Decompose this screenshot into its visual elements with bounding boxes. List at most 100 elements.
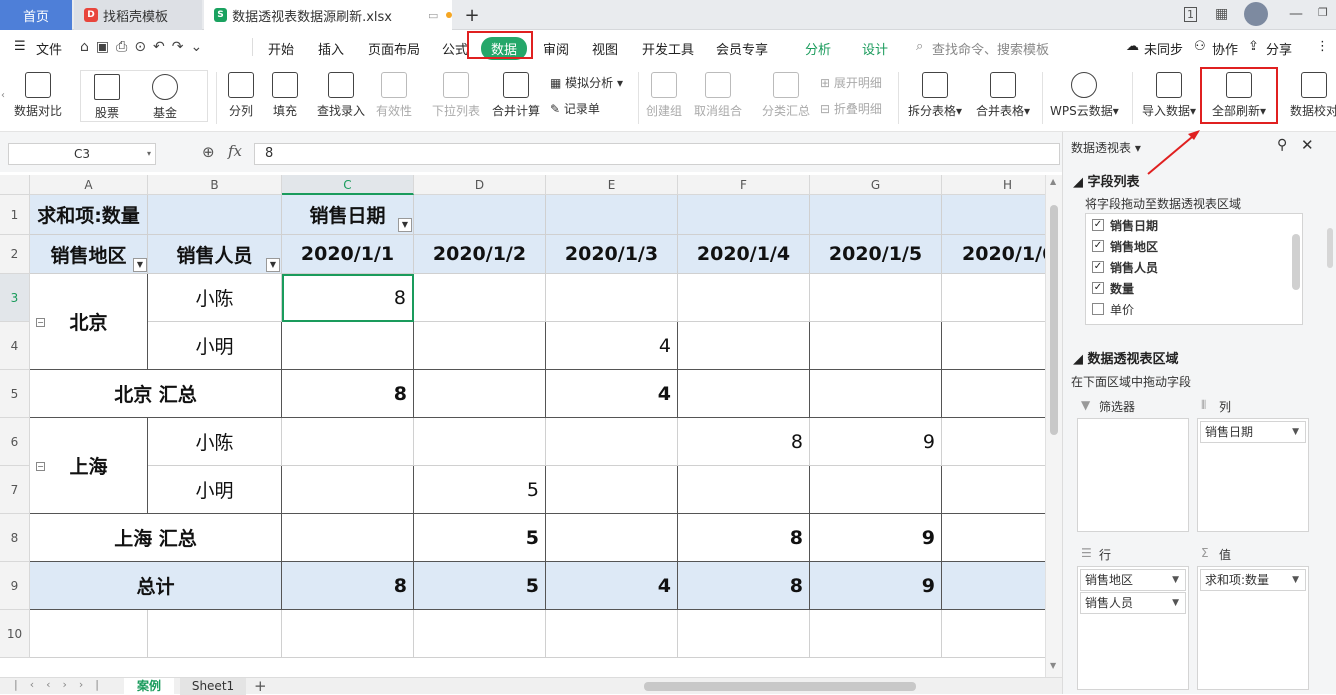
date-header[interactable]: 2020/1/1 [282, 235, 414, 274]
grand-total-value[interactable]: 4 [546, 562, 678, 610]
row-header-6[interactable]: 6 [0, 418, 30, 466]
sync-status[interactable]: 未同步 [1144, 39, 1183, 58]
subtotal-value[interactable]: 8 [282, 370, 414, 418]
grid-view-icon[interactable]: ▦ [1215, 6, 1228, 22]
columns-zone[interactable]: 销售日期 ▼ [1197, 418, 1309, 532]
row-field-chip[interactable]: 销售人员 ▼ [1080, 592, 1186, 614]
quick-access-icons[interactable]: ⌂▣⎙⊙↶↷⌄ [80, 39, 209, 55]
wps-cloud-button[interactable]: WPS云数据▾ [1050, 72, 1119, 119]
date-header[interactable]: 2020/1/4 [678, 235, 810, 274]
sheet-nav-icons[interactable]: |‹‹››| [14, 678, 111, 691]
name-box[interactable]: C3 ▾ [8, 143, 156, 165]
column-filter-dropdown-icon[interactable]: ▼ [398, 218, 412, 232]
share-button[interactable]: 分享 [1266, 39, 1292, 58]
cell-f10[interactable] [678, 610, 810, 658]
menu-review[interactable]: 审阅 [543, 39, 569, 58]
pivot-row-field-salesperson[interactable]: 销售人员 [148, 235, 282, 274]
field-item[interactable]: ✓ 销售人员 [1092, 257, 1158, 277]
field-item[interactable]: 单价 [1092, 299, 1134, 319]
cell-e8[interactable] [546, 514, 678, 562]
pin-icon[interactable]: ⚲ [1277, 137, 1287, 153]
cell-e10[interactable] [546, 610, 678, 658]
grand-total-value[interactable]: 9 [810, 562, 942, 610]
checkbox-icon[interactable]: ✓ [1092, 219, 1104, 231]
collapse-minus-icon[interactable]: − [36, 462, 45, 471]
cell-g4[interactable] [810, 322, 942, 370]
cell-h6[interactable] [942, 418, 1062, 466]
cell-h3[interactable] [942, 274, 1062, 322]
panel-scroll-thumb[interactable] [1327, 228, 1333, 268]
column-header-f[interactable]: F [678, 175, 810, 195]
subtotal-button[interactable]: 分类汇总 [762, 72, 810, 119]
compare-button[interactable]: 数据对比 [14, 72, 62, 119]
scroll-down-icon[interactable]: ▼ [1050, 661, 1056, 670]
collapse-detail-button[interactable]: ⊟ 折叠明细 [820, 100, 882, 117]
cell-h8[interactable] [942, 514, 1062, 562]
row-field-chip[interactable]: 销售地区 ▼ [1080, 569, 1186, 591]
salesperson-cell[interactable]: 小陈 [148, 274, 282, 322]
minimize-icon[interactable]: — [1289, 6, 1303, 22]
data-verify-button[interactable]: 数据校对 [1290, 72, 1336, 119]
date-header[interactable]: 2020/1/6 [942, 235, 1062, 274]
salesperson-cell[interactable]: 小明 [148, 466, 282, 514]
cell-h5[interactable] [942, 370, 1062, 418]
value-field-chip[interactable]: 求和项:数量 ▼ [1200, 569, 1306, 591]
menu-member[interactable]: 会员专享 [716, 39, 768, 58]
row-header-7[interactable]: 7 [0, 466, 30, 514]
menu-developer[interactable]: 开发工具 [642, 39, 694, 58]
cell-d10[interactable] [414, 610, 546, 658]
row-header-8[interactable]: 8 [0, 514, 30, 562]
cell-c10[interactable] [282, 610, 414, 658]
region-filter-dropdown-icon[interactable]: ▼ [133, 258, 147, 272]
value-cell[interactable]: 8 [678, 418, 810, 466]
field-list[interactable]: ✓ 销售日期 ✓ 销售地区 ✓ 销售人员 ✓ 数量 单价 [1085, 213, 1303, 325]
hamburger-icon[interactable]: ☰ [14, 39, 26, 54]
menu-home[interactable]: 开始 [268, 39, 294, 58]
cell-g10[interactable] [810, 610, 942, 658]
menu-insert[interactable]: 插入 [318, 39, 344, 58]
merge-table-button[interactable]: 合并表格▾ [976, 72, 1030, 119]
sheet-tab-active[interactable]: 案例 [124, 678, 174, 695]
cell-d6[interactable] [414, 418, 546, 466]
cell-g7[interactable] [810, 466, 942, 514]
grand-total-label[interactable]: 总计 [30, 562, 282, 610]
menu-page-layout[interactable]: 页面布局 [368, 39, 420, 58]
region-beijing[interactable]: 北京 [30, 274, 148, 370]
fx-icon[interactable]: fx [228, 142, 242, 160]
menu-view[interactable]: 视图 [592, 39, 618, 58]
split-table-button[interactable]: 拆分表格▾ [908, 72, 962, 119]
scroll-up-icon[interactable]: ▲ [1050, 177, 1056, 186]
monitor-icon[interactable]: ▭ [428, 9, 438, 22]
column-field-chip[interactable]: 销售日期 ▼ [1200, 421, 1306, 443]
subtotal-value[interactable]: 5 [414, 514, 546, 562]
cell-c8[interactable] [282, 514, 414, 562]
checkbox-icon[interactable]: ✓ [1092, 282, 1104, 294]
salesperson-filter-dropdown-icon[interactable]: ▼ [266, 258, 280, 272]
cell-b10[interactable] [148, 610, 282, 658]
maximize-icon[interactable]: ❐ [1318, 6, 1328, 19]
cell-c4[interactable] [282, 322, 414, 370]
scroll-left-icon[interactable]: ‹ [1, 90, 5, 101]
formula-input[interactable]: 8 [254, 143, 1060, 165]
cell-e7[interactable] [546, 466, 678, 514]
area-title[interactable]: ◢ 数据透视表区域 [1073, 348, 1179, 367]
pivot-row-field-region[interactable]: 销售地区 [30, 235, 148, 274]
menu-file[interactable]: 文件 [36, 39, 62, 58]
tab-home[interactable]: 首页 [0, 0, 72, 30]
values-zone[interactable]: 求和项:数量 ▼ [1197, 566, 1309, 690]
fill-button[interactable]: 填充 [272, 72, 298, 119]
close-icon[interactable]: ✕ [1301, 136, 1314, 154]
row-header-10[interactable]: 10 [0, 610, 30, 658]
panel-title[interactable]: 数据透视表 ▾ [1071, 139, 1141, 156]
layout-icon[interactable]: 1 [1184, 7, 1197, 22]
cell-e6[interactable] [546, 418, 678, 466]
salesperson-cell[interactable]: 小明 [148, 322, 282, 370]
cell-b1[interactable] [148, 195, 282, 235]
cell-c6[interactable] [282, 418, 414, 466]
column-header-a[interactable]: A [30, 175, 148, 195]
grand-total-value[interactable]: 8 [678, 562, 810, 610]
cell-e3[interactable] [546, 274, 678, 322]
row-header-9[interactable]: 9 [0, 562, 30, 610]
cell-d4[interactable] [414, 322, 546, 370]
cell-c7[interactable] [282, 466, 414, 514]
